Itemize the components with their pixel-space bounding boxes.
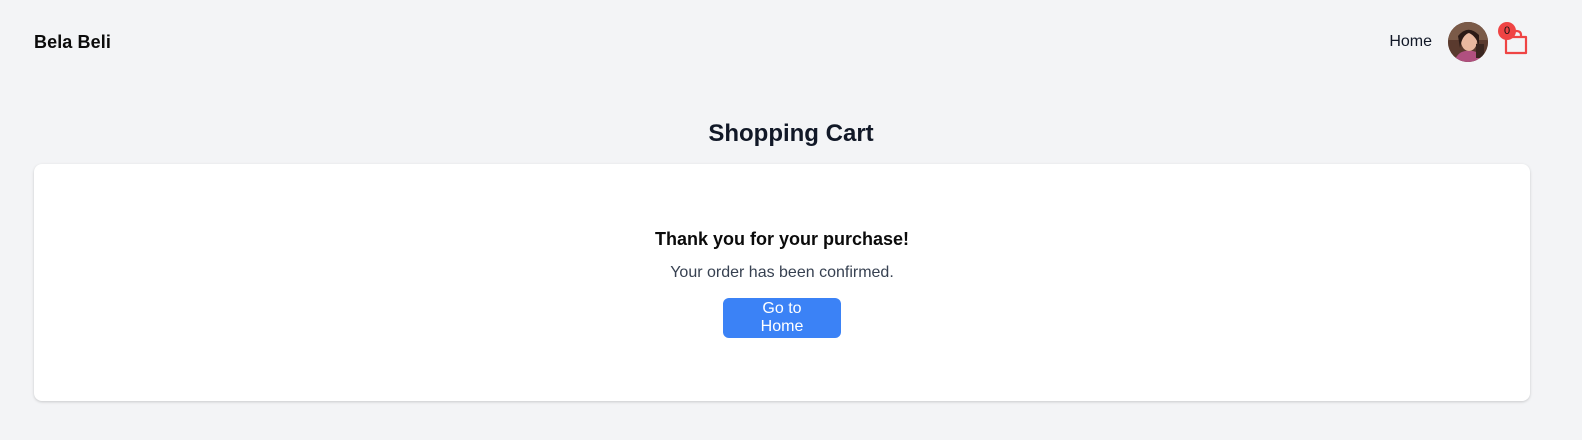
navbar: Bela Beli Home 0 <box>0 0 1582 84</box>
confirmation-card: Thank you for your purchase! Your order … <box>34 164 1530 401</box>
go-to-home-button[interactable]: Go to Home <box>723 298 841 338</box>
cart-button[interactable]: 0 <box>1498 22 1530 56</box>
confirmation-message: Your order has been confirmed. <box>670 264 894 281</box>
nav-links: Home 0 <box>1389 22 1530 62</box>
avatar-image <box>1448 22 1488 62</box>
page-title: Shopping Cart <box>708 120 874 147</box>
brand-logo[interactable]: Bela Beli <box>34 32 111 53</box>
home-link[interactable]: Home <box>1389 33 1432 51</box>
avatar[interactable] <box>1448 22 1488 62</box>
cart-count-badge: 0 <box>1498 22 1516 40</box>
confirmation-heading: Thank you for your purchase! <box>654 229 910 249</box>
